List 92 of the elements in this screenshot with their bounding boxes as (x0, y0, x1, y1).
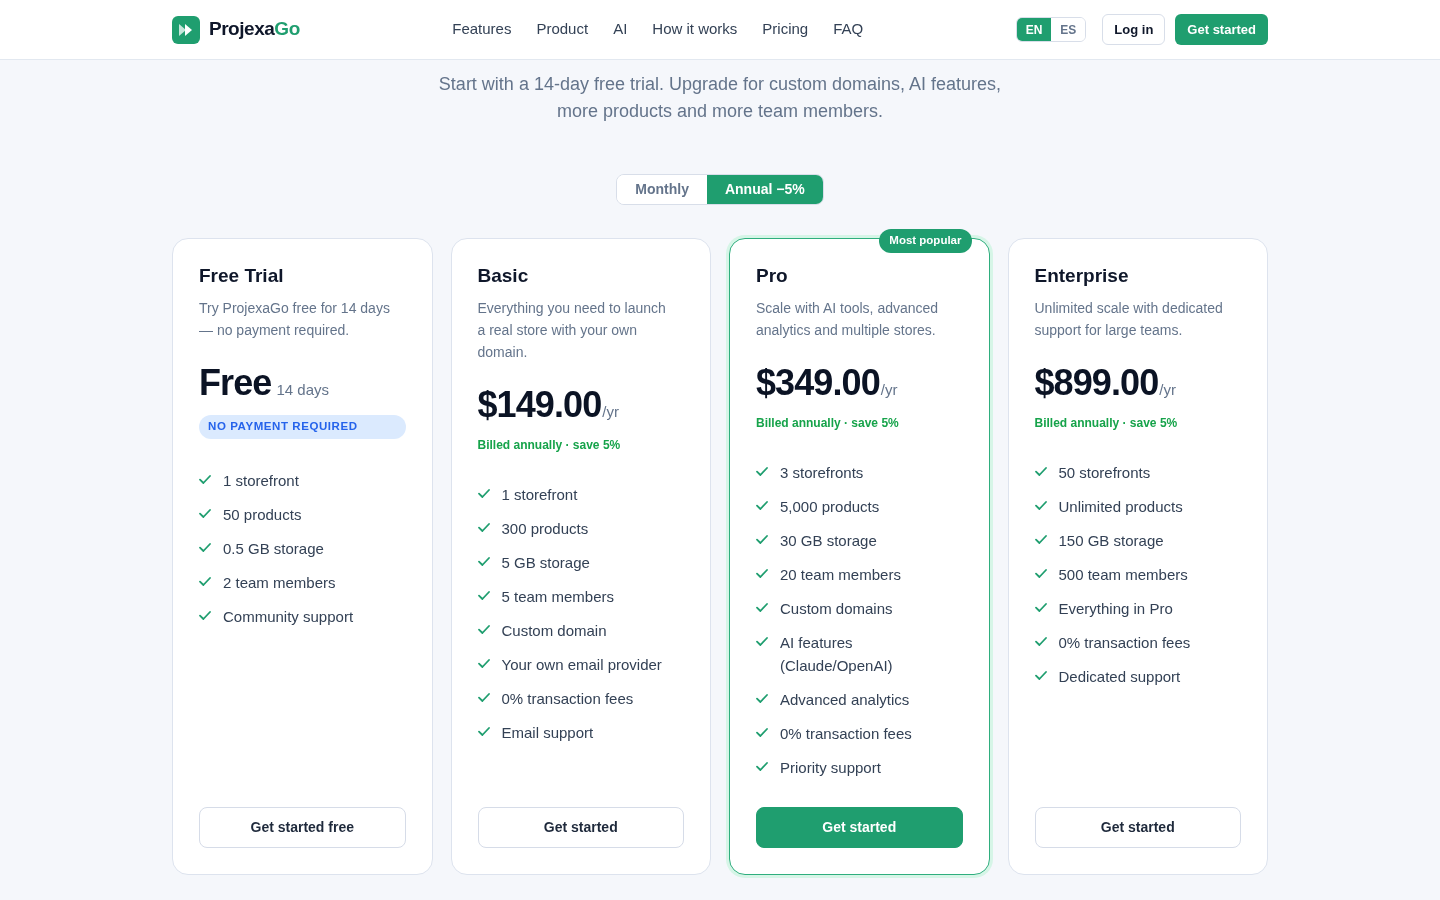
feature-text: 0% transaction fees (501, 689, 634, 709)
feature-text: 50 storefronts (1058, 463, 1151, 483)
nav-link[interactable]: Product (536, 18, 589, 41)
check-icon (1034, 671, 1047, 680)
plan-name: Enterprise (1034, 264, 1130, 288)
feature-text: 0% transaction fees (1058, 633, 1191, 653)
brand-logo-text[interactable]: ProjexaGo (209, 15, 300, 44)
check-icon (477, 693, 490, 702)
billing-note: Billed annually · save 5% (477, 437, 622, 453)
most-popular-badge: Most popular (879, 229, 972, 253)
check-icon (1034, 535, 1047, 544)
plan-price: $899.00 (1034, 363, 1159, 403)
plan-price: $349.00 (756, 363, 880, 403)
feature-text: 5 team members (501, 587, 615, 607)
plan-cta-button[interactable]: Get started (477, 807, 684, 848)
login-button[interactable]: Log in (1102, 14, 1166, 45)
check-icon (477, 489, 490, 498)
feature-text: 5 GB storage (501, 553, 590, 573)
feature-text: 150 GB storage (1058, 531, 1164, 551)
feature-text: AI features (Claude/OpenAI) (780, 633, 894, 676)
check-icon (756, 603, 768, 612)
check-icon (477, 557, 490, 566)
feature-text: 1 storefront (223, 471, 299, 491)
plan-name: Basic (477, 264, 530, 288)
feature-text: 30 GB storage (780, 531, 877, 551)
check-icon (199, 611, 211, 620)
check-icon (199, 543, 211, 552)
feature-text: 20 team members (780, 565, 901, 585)
check-icon (756, 762, 768, 771)
nav-link[interactable]: AI (613, 18, 628, 41)
check-icon (477, 659, 490, 668)
check-icon (756, 501, 768, 510)
check-icon (756, 535, 768, 544)
feature-text: 1 storefront (501, 485, 578, 505)
feature-text: Advanced analytics (780, 690, 910, 710)
feature-text: 2 team members (223, 573, 336, 593)
check-icon (756, 467, 768, 476)
feature-text: Dedicated support (1058, 667, 1181, 687)
feature-text: 5,000 products (780, 497, 880, 517)
feature-text: 300 products (501, 519, 589, 539)
plan-cta-button[interactable]: Get started free (199, 807, 406, 848)
plan-name: Free Trial (199, 264, 285, 288)
check-icon (199, 475, 211, 484)
feature-text: Priority support (780, 758, 881, 778)
plan-price: Free (199, 363, 272, 403)
feature-text: Your own email provider (501, 655, 662, 675)
nav-link[interactable]: FAQ (833, 18, 864, 41)
feature-text: 50 products (223, 505, 302, 525)
price-period: /yr (602, 402, 619, 422)
plan-description: Everything you need to launch a real store with your own domain. (477, 299, 667, 362)
feature-text: 3 storefronts (780, 463, 864, 483)
billing-note: Billed annually · save 5% (1034, 415, 1179, 431)
plan-price: $149.00 (477, 385, 602, 425)
check-icon (1034, 603, 1047, 612)
logo-icon (172, 15, 200, 44)
pricing-subtitle: Start with a 14-day free trial. Upgrade for custom domains, AI features, more products and more team members. (437, 73, 1003, 123)
plan-name: Pro (756, 264, 789, 288)
check-icon (199, 509, 211, 518)
check-icon (477, 625, 490, 634)
trial-length: 14 days (276, 380, 329, 400)
check-icon (1034, 501, 1047, 510)
no-payment-tag: NO PAYMENT REQUIRED (199, 415, 406, 439)
plan-description: Try ProjexaGo free for 14 days — no payment required. (199, 299, 391, 340)
check-icon (1034, 467, 1047, 476)
plan-cta-button[interactable]: Get started (1034, 807, 1241, 848)
check-icon (1034, 637, 1047, 646)
check-icon (756, 694, 768, 703)
feature-text: 500 team members (1058, 565, 1188, 585)
feature-text: Custom domain (501, 621, 607, 641)
check-icon (199, 577, 211, 586)
feature-text: Custom domains (780, 599, 893, 619)
check-icon (477, 523, 490, 532)
feature-text: 0% transaction fees (780, 724, 912, 744)
plan-description: Scale with AI tools, advanced analytics and multiple stores. (756, 299, 940, 340)
feature-text: Everything in Pro (1058, 599, 1173, 619)
nav-link[interactable]: Features (452, 18, 512, 41)
price-period: /yr (1159, 380, 1176, 400)
check-icon (477, 591, 490, 600)
billing-note: Billed annually · save 5% (756, 415, 900, 431)
nav-link[interactable]: How it works (652, 18, 738, 41)
feature-text: 0.5 GB storage (223, 539, 324, 559)
check-icon (756, 637, 768, 646)
check-icon (477, 727, 490, 736)
price-period: /yr (880, 380, 898, 400)
plan-description: Unlimited scale with dedicated support for large teams. (1034, 299, 1224, 340)
check-icon (1034, 569, 1047, 578)
check-icon (756, 569, 768, 578)
feature-text: Unlimited products (1058, 497, 1183, 517)
nav-link[interactable]: Pricing (762, 18, 809, 41)
feature-text: Community support (223, 607, 354, 627)
check-icon (756, 728, 768, 737)
feature-text: Email support (501, 723, 594, 743)
